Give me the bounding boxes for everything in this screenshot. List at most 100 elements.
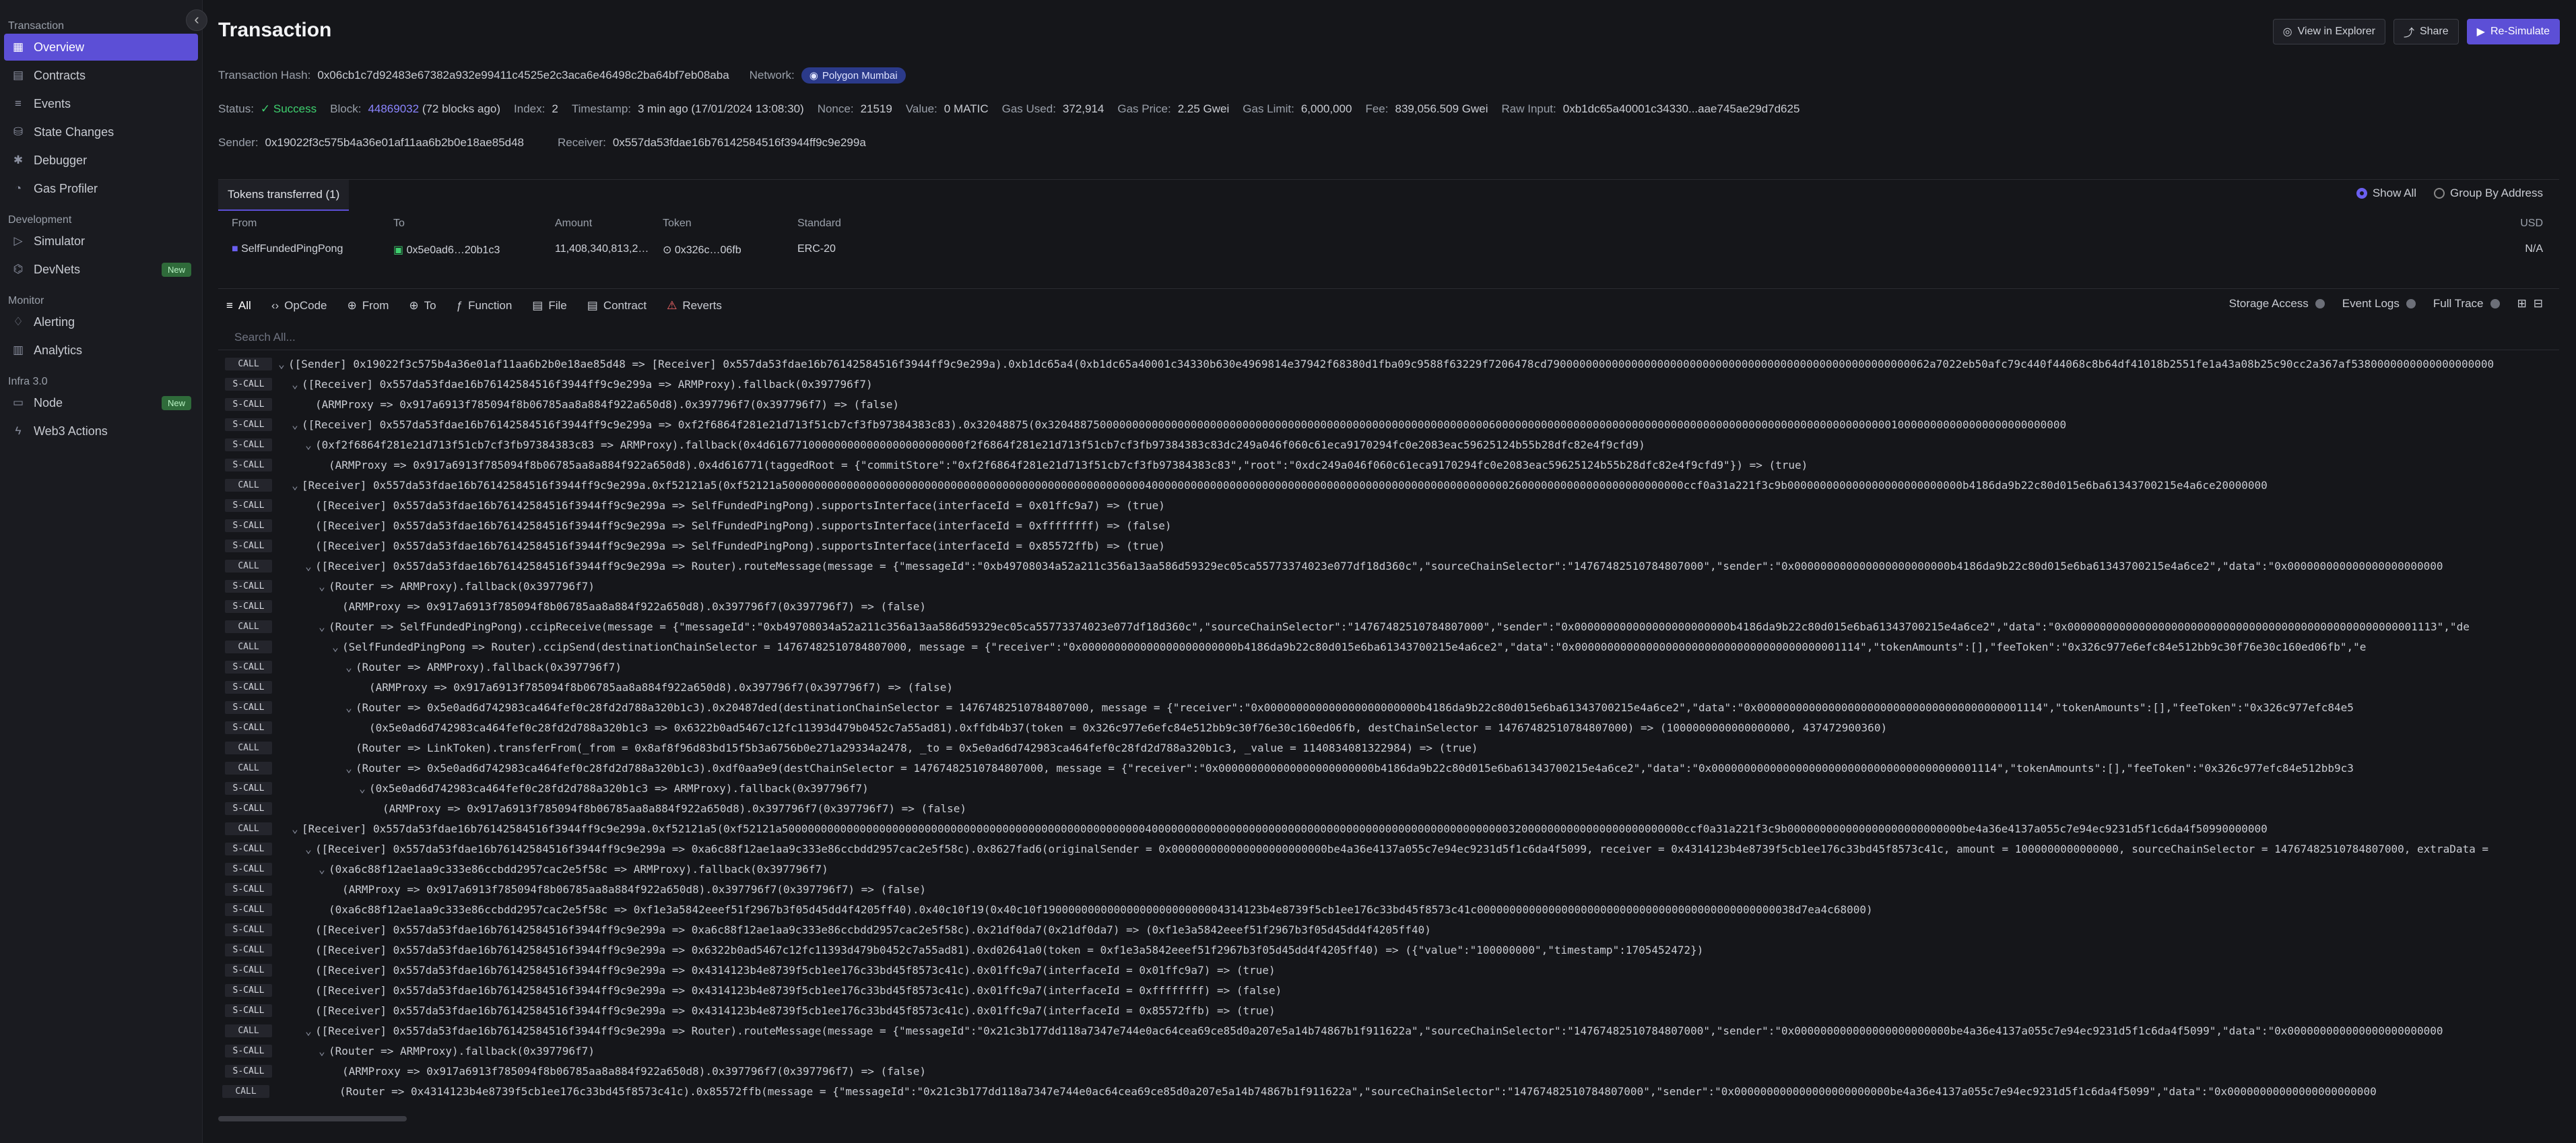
- chevron-down-icon[interactable]: ⌄: [288, 822, 302, 835]
- chevron-down-icon[interactable]: ⌄: [288, 479, 302, 492]
- trace-row[interactable]: S-CALL (ARMProxy => 0x917a6913f785094f8b0…: [218, 596, 2559, 616]
- sidebar-item-simulator[interactable]: ▷ Simulator: [4, 228, 198, 255]
- chevron-down-icon[interactable]: ⌄: [315, 1045, 329, 1057]
- trace-row[interactable]: CALL ⌄ (Router => SelfFundedPingPong).ccip…: [218, 616, 2559, 636]
- event-logs-toggle[interactable]: Event Logs: [2342, 297, 2416, 311]
- receiver-address[interactable]: 0x557da53fdae16b76142584516f3944ff9c9e29…: [613, 136, 866, 150]
- trace-row[interactable]: S-CALL (ARMProxy => 0x917a6913f785094f8b0…: [218, 1061, 2559, 1081]
- trace-row[interactable]: CALL ⌄ [Receiver] 0x557da53fdae16b76142584…: [218, 818, 2559, 839]
- tab-all[interactable]: ≡ All: [226, 299, 251, 313]
- call-type-badge: S-CALL: [225, 1064, 272, 1078]
- trace-row[interactable]: ⚠CALL(Router => 0x4314123b4e8739f5cb1ee1…: [218, 1081, 2559, 1101]
- chevron-down-icon[interactable]: ⌄: [329, 641, 342, 653]
- trace-row[interactable]: S-CALL ⌄ ([Receiver] 0x557da53fdae16b76142…: [218, 839, 2559, 859]
- chevron-down-icon[interactable]: ⌄: [302, 560, 315, 573]
- sidebar-item-label: State Changes: [34, 125, 114, 139]
- trace-row[interactable]: S-CALL ⌄ (0xf2f6864f281e21d713f51cb7cf3fb9…: [218, 434, 2559, 455]
- trace-row[interactable]: S-CALL ⌄ (Router => ARMProxy).fallback(0x3…: [218, 576, 2559, 596]
- trace-row[interactable]: S-CALL ([Receiver] 0x557da53fdae16b761425…: [218, 940, 2559, 960]
- chevron-down-icon[interactable]: ⌄: [342, 661, 356, 674]
- chevron-down-icon[interactable]: ⌄: [275, 358, 288, 370]
- trace-row[interactable]: CALL ⌄ ([Receiver] 0x557da53fdae16b7614258…: [218, 556, 2559, 576]
- trace-call-text: (Router => ARMProxy).fallback(0x397796f7…: [329, 579, 595, 593]
- sidebar-item-contracts[interactable]: ▤ Contracts: [4, 62, 198, 89]
- show-all-radio[interactable]: Show All: [2356, 187, 2416, 200]
- view-in-explorer-button[interactable]: ◎ View in Explorer: [2272, 19, 2385, 44]
- sidebar-item-web3-actions[interactable]: ϟ Web3 Actions: [4, 418, 198, 445]
- chevron-down-icon[interactable]: ⌄: [315, 580, 329, 593]
- sidebar-item-overview[interactable]: ▦ Overview: [4, 34, 198, 61]
- trace-row[interactable]: S-CALL ⌄ (Router => ARMProxy).fallback(0x3…: [218, 657, 2559, 677]
- sidebar-item-alerting[interactable]: ♢ Alerting: [4, 308, 198, 335]
- trace-row[interactable]: S-CALL ⌄ (Router => 0x5e0ad6d742983ca464fe…: [218, 697, 2559, 717]
- trace-row[interactable]: S-CALL (ARMProxy => 0x917a6913f785094f8b0…: [218, 798, 2559, 818]
- collapse-all-icon[interactable]: ⊟: [2534, 297, 2543, 311]
- tab-function[interactable]: ƒ Function: [457, 299, 513, 313]
- trace-row[interactable]: S-CALL (0x5e0ad6d742983ca464fef0c28fd2d78…: [218, 717, 2559, 738]
- tab-contract[interactable]: ▤ Contract: [587, 299, 647, 313]
- trace-row[interactable]: S-CALL ([Receiver] 0x557da53fdae16b761425…: [218, 535, 2559, 556]
- sender-address[interactable]: 0x19022f3c575b4a36e01af11aa6b2b0e18ae85d…: [265, 136, 524, 150]
- sidebar-item-devnets[interactable]: ⌬ DevNets New: [4, 256, 198, 283]
- trace-row[interactable]: S-CALL ⌄ (0x5e0ad6d742983ca464fef0c28fd2d7…: [218, 778, 2559, 798]
- trace-row[interactable]: S-CALL (0xa6c88f12ae1aa9c333e86ccbdd2957c…: [218, 899, 2559, 919]
- trace-row[interactable]: CALL (Router => LinkToken).transferFrom(_…: [218, 738, 2559, 758]
- chevron-down-icon[interactable]: ⌄: [315, 863, 329, 876]
- trace-row[interactable]: CALL ⌄ (SelfFundedPingPong => Router).ccip…: [218, 636, 2559, 657]
- full-trace-toggle[interactable]: Full Trace: [2433, 297, 2500, 311]
- tab-reverts[interactable]: ⚠ Reverts: [667, 299, 722, 313]
- chevron-down-icon[interactable]: ⌄: [356, 782, 369, 795]
- sidebar-item-events[interactable]: ≡ Events: [4, 90, 198, 117]
- chevron-down-icon[interactable]: ⌄: [342, 701, 356, 714]
- sidebar-item-debugger[interactable]: ✱ Debugger: [4, 147, 198, 174]
- sidebar-item-state-changes[interactable]: ⛁ State Changes: [4, 119, 198, 145]
- trace-row[interactable]: S-CALL ([Receiver] 0x557da53fdae16b761425…: [218, 515, 2559, 535]
- tab-opcode[interactable]: ‹› OpCode: [271, 299, 327, 313]
- chevron-down-icon[interactable]: ⌄: [302, 843, 315, 855]
- chevron-down-icon[interactable]: ⌄: [315, 620, 329, 633]
- chevron-down-icon[interactable]: ⌄: [302, 438, 315, 451]
- trace-row[interactable]: S-CALL ⌄ ([Receiver] 0x557da53fdae16b76142…: [218, 374, 2559, 394]
- trace-call-text: (ARMProxy => 0x917a6913f785094f8b06785aa…: [342, 882, 926, 896]
- trace-row[interactable]: S-CALL (ARMProxy => 0x917a6913f785094f8b0…: [218, 879, 2559, 899]
- group-by-address-radio[interactable]: Group By Address: [2434, 187, 2543, 200]
- trace-row[interactable]: CALL ⌄ ([Sender] 0x19022f3c575b4a36e01af11…: [218, 354, 2559, 374]
- re-simulate-button[interactable]: ▶ Re-Simulate: [2466, 19, 2560, 44]
- collapse-sidebar-icon[interactable]: ‹: [186, 9, 207, 31]
- share-button[interactable]: ⤴ Share: [2393, 19, 2459, 44]
- expand-collapse-icons[interactable]: ⊞ ⊟: [2517, 297, 2544, 311]
- trace-row[interactable]: S-CALL ([Receiver] 0x557da53fdae16b761425…: [218, 1000, 2559, 1020]
- trace-row[interactable]: S-CALL ([Receiver] 0x557da53fdae16b761425…: [218, 960, 2559, 980]
- trace-row[interactable]: S-CALL (ARMProxy => 0x917a6913f785094f8b0…: [218, 394, 2559, 414]
- trace-row[interactable]: S-CALL ([Receiver] 0x557da53fdae16b761425…: [218, 980, 2559, 1000]
- sidebar-item-gas-profiler[interactable]: ◔ Gas Profiler: [4, 175, 198, 202]
- chevron-down-icon[interactable]: ⌄: [288, 418, 302, 431]
- horizontal-scrollbar[interactable]: [218, 1116, 407, 1121]
- chevron-down-icon[interactable]: ⌄: [302, 1024, 315, 1037]
- trace-row[interactable]: CALL ⌄ ([Receiver] 0x557da53fdae16b7614258…: [218, 1020, 2559, 1041]
- trace-row[interactable]: S-CALL (ARMProxy => 0x917a6913f785094f8b0…: [218, 455, 2559, 475]
- trace-row[interactable]: CALL ⌄ (Router => 0x5e0ad6d742983ca464fef0…: [218, 758, 2559, 778]
- sidebar-item-analytics[interactable]: ▥ Analytics: [4, 337, 198, 364]
- tab-tokens-transferred[interactable]: Tokens transferred (1): [218, 180, 350, 211]
- trace-row[interactable]: S-CALL ⌄ (Router => ARMProxy).fallback(0x3…: [218, 1041, 2559, 1061]
- tab-from[interactable]: ⊕ From: [347, 299, 389, 313]
- raw-input[interactable]: 0xb1dc65a40001c34330...aae745ae29d7d625: [1563, 102, 1800, 116]
- trace-row[interactable]: REVERT[Receiver] 0x557da53fdae16b7614258…: [218, 1101, 2559, 1104]
- trace-row[interactable]: S-CALL ([Receiver] 0x557da53fdae16b761425…: [218, 919, 2559, 940]
- tab-to[interactable]: ⊕ To: [409, 299, 436, 313]
- chevron-down-icon[interactable]: ⌄: [288, 378, 302, 391]
- block-link[interactable]: 44869032: [368, 102, 419, 116]
- tx-hash[interactable]: 0x06cb1c7d92483e67382a932e99411c4525e2c3…: [317, 69, 729, 82]
- expand-all-icon[interactable]: ⊞: [2517, 297, 2527, 311]
- trace-row[interactable]: S-CALL ([Receiver] 0x557da53fdae16b761425…: [218, 495, 2559, 515]
- sidebar-item-node[interactable]: ▭ Node New: [4, 389, 198, 416]
- trace-search-input[interactable]: Search All...: [218, 325, 2559, 350]
- trace-row[interactable]: S-CALL ⌄ ([Receiver] 0x557da53fdae16b76142…: [218, 414, 2559, 434]
- trace-row[interactable]: S-CALL ⌄ (0xa6c88f12ae1aa9c333e86ccbdd2957…: [218, 859, 2559, 879]
- trace-row[interactable]: CALL ⌄ [Receiver] 0x557da53fdae16b76142584…: [218, 475, 2559, 495]
- tab-file[interactable]: ▤ File: [532, 299, 566, 313]
- trace-row[interactable]: S-CALL (ARMProxy => 0x917a6913f785094f8b0…: [218, 677, 2559, 697]
- chevron-down-icon[interactable]: ⌄: [342, 762, 356, 775]
- storage-access-toggle[interactable]: Storage Access: [2229, 297, 2325, 311]
